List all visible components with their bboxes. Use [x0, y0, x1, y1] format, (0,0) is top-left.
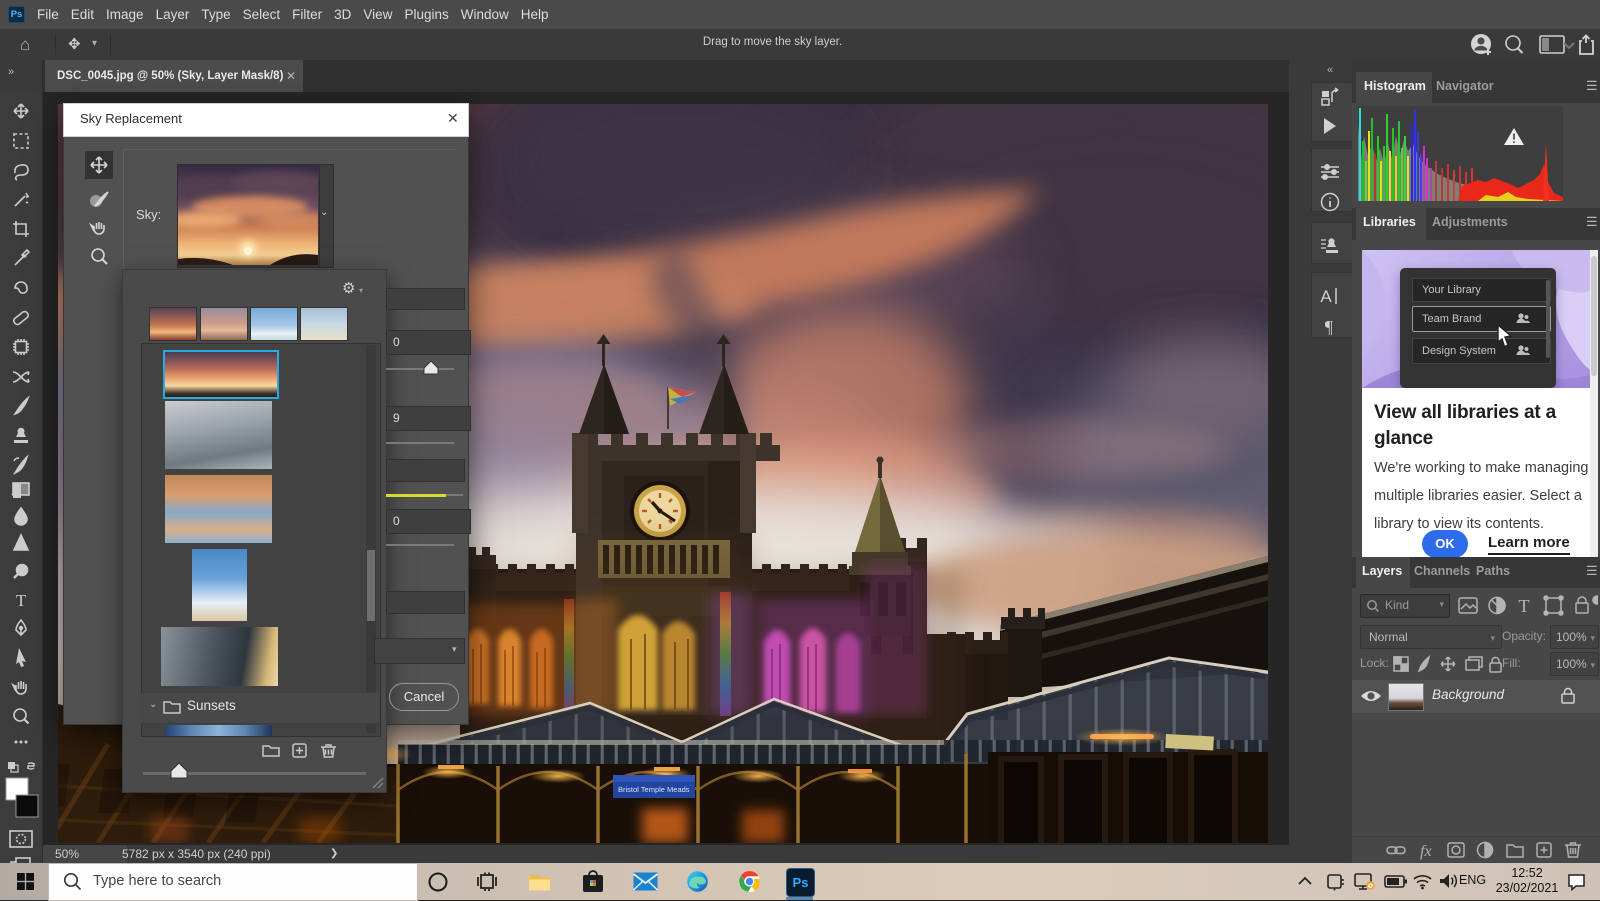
- svg-text:T: T: [1519, 596, 1530, 616]
- svg-text:Bristol Temple Meads: Bristol Temple Meads: [618, 785, 690, 794]
- svg-text:fx: fx: [1420, 843, 1432, 860]
- svg-text:A: A: [1320, 287, 1332, 306]
- svg-text:¶: ¶: [1325, 317, 1333, 337]
- svg-text:T: T: [16, 591, 27, 610]
